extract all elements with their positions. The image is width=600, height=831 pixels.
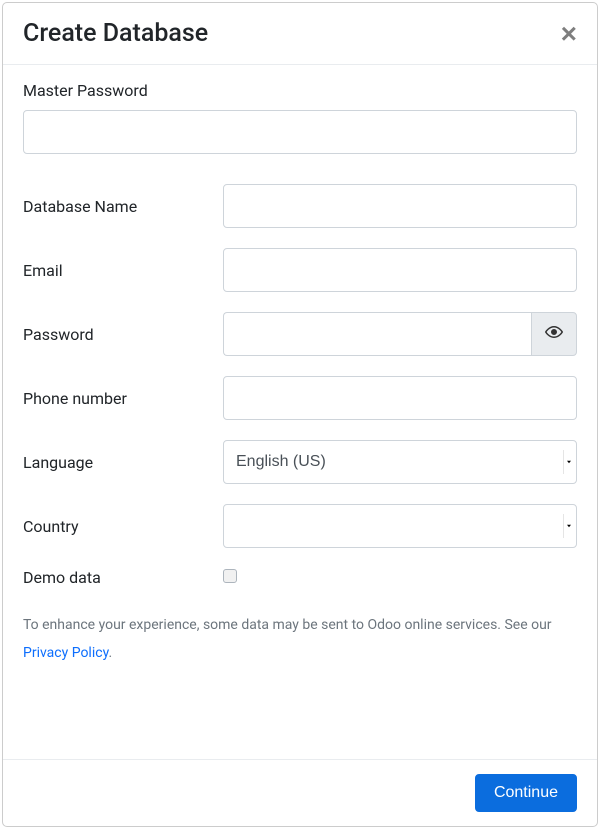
modal-footer: Continue <box>3 759 597 826</box>
modal-header: Create Database × <box>3 3 597 65</box>
continue-button[interactable]: Continue <box>475 774 577 812</box>
phone-group: Phone number <box>23 376 577 420</box>
language-group: Language English (US) <box>23 440 577 484</box>
demo-data-checkbox[interactable] <box>223 569 237 583</box>
disclaimer-prefix: To enhance your experience, some data ma… <box>23 617 552 633</box>
country-label: Country <box>23 517 223 536</box>
phone-label: Phone number <box>23 389 223 408</box>
toggle-password-visibility[interactable] <box>531 312 577 356</box>
password-group: Password <box>23 312 577 356</box>
password-input[interactable] <box>223 312 531 356</box>
privacy-policy-link[interactable]: Privacy Policy <box>23 645 108 661</box>
disclaimer-text: To enhance your experience, some data ma… <box>23 611 577 667</box>
demo-data-group: Demo data <box>23 568 577 587</box>
modal-title: Create Database <box>23 19 208 48</box>
modal-body: Master Password Database Name Email Pass… <box>3 65 597 759</box>
phone-input[interactable] <box>223 376 577 420</box>
db-name-label: Database Name <box>23 197 223 216</box>
country-select[interactable] <box>223 504 577 548</box>
email-group: Email <box>23 248 577 292</box>
db-name-input[interactable] <box>223 184 577 228</box>
language-select[interactable]: English (US) <box>223 440 577 484</box>
email-input[interactable] <box>223 248 577 292</box>
create-database-modal: Create Database × Master Password Databa… <box>2 2 598 827</box>
master-password-group: Master Password <box>23 81 577 154</box>
eye-icon <box>545 323 563 345</box>
language-label: Language <box>23 453 223 472</box>
master-password-input[interactable] <box>23 110 577 154</box>
demo-data-label: Demo data <box>23 568 223 587</box>
email-label: Email <box>23 261 223 280</box>
db-name-group: Database Name <box>23 184 577 228</box>
close-icon: × <box>561 18 577 49</box>
close-button[interactable]: × <box>561 20 577 48</box>
master-password-label: Master Password <box>23 81 577 100</box>
country-group: Country <box>23 504 577 548</box>
password-label: Password <box>23 325 223 344</box>
disclaimer-suffix: . <box>108 645 112 661</box>
